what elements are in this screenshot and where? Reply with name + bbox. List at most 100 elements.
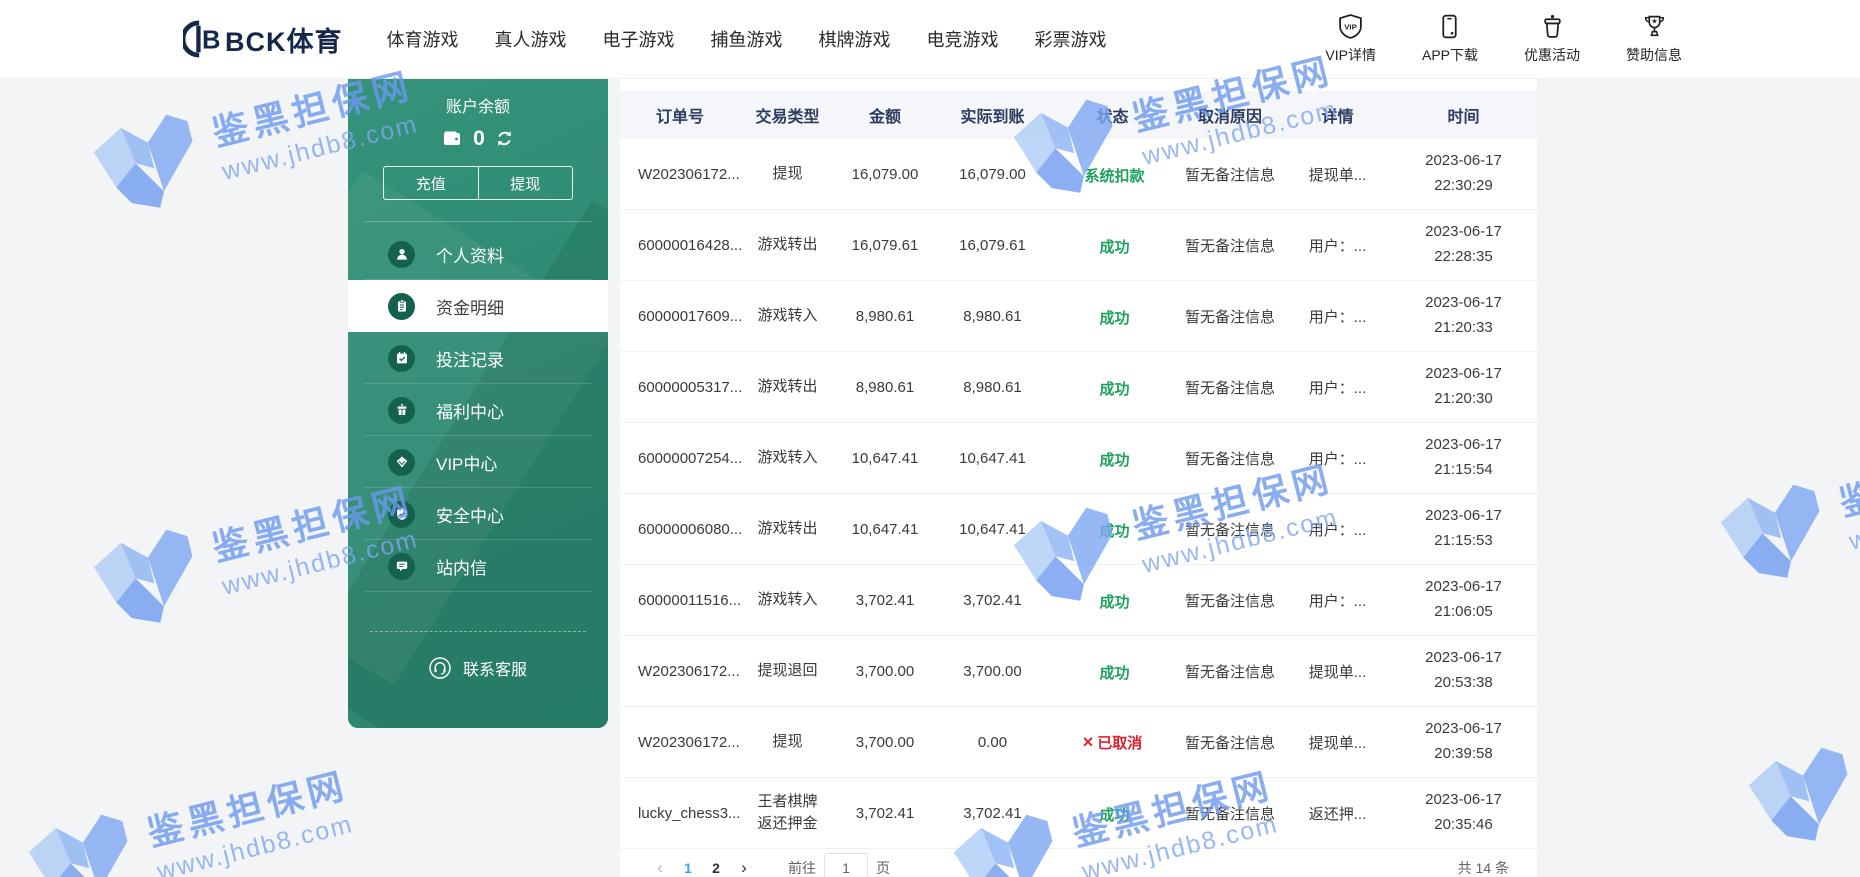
status-badge: 成功	[1095, 662, 1129, 683]
sidebar-item-welfare[interactable]: 福利中心	[348, 384, 608, 436]
watermark: 鉴黑担保网www.jhdb8.com	[1732, 679, 1860, 861]
headset-icon	[429, 657, 451, 679]
contact-service-label: 联系客服	[462, 662, 527, 679]
timestamp: 2023-06-17 21:20:30	[1425, 365, 1502, 407]
status-badge: 成功	[1095, 520, 1129, 541]
total-count: 共 14 条	[1457, 860, 1509, 876]
transactions-panel: 订单号 交易类型 金额 实际到账 状态 取消原因 详情 时间 W20230617…	[620, 78, 1537, 877]
cancel-reason: 暂无备注信息	[1184, 450, 1275, 468]
amount: 3,702.41	[855, 804, 915, 822]
goto-page-input[interactable]	[824, 853, 868, 877]
page-button-2[interactable]: 2	[702, 860, 730, 876]
cancel-reason: 暂无备注信息	[1184, 237, 1275, 255]
timestamp: 2023-06-17 21:15:54	[1425, 436, 1502, 478]
status-badge: 成功	[1095, 307, 1129, 328]
transaction-type: 提现	[772, 732, 803, 750]
actual-amount: 3,702.41	[963, 804, 1022, 822]
shield-check-icon	[388, 500, 415, 528]
divider	[364, 221, 592, 222]
quick-links: VIP VIP详情 APP下载 优惠活动 ★ 赞助信息	[1325, 13, 1682, 65]
table-header: 订单号 交易类型 金额 实际到账 状态 取消原因 详情 时间	[620, 91, 1537, 139]
svg-text:B: B	[202, 27, 221, 55]
amount: 3,700.00	[855, 662, 915, 680]
page-button-1[interactable]: 1	[674, 860, 702, 876]
sidebar-item-vip[interactable]: VIP中心	[348, 436, 608, 488]
nav-item-sports[interactable]: 体育游戏	[387, 26, 459, 52]
status-label: 成功	[1099, 664, 1130, 682]
sidebar-item-profile[interactable]: 个人资料	[348, 228, 608, 280]
account-sidebar: 账户余额 0 充值 提现 个人资料 资金明细 投注记录 福利中心 VIP中心 安…	[348, 78, 608, 728]
cancel-reason: 暂无备注信息	[1184, 805, 1275, 823]
deposit-button[interactable]: 充值	[384, 167, 478, 199]
watermark: 鉴黑担保网www.jhdb8.com	[1704, 416, 1860, 598]
table-row: 60000011516... 游戏转入 3,702.41 3,702.41 成功…	[620, 565, 1537, 636]
nav-item-chess[interactable]: 棋牌游戏	[819, 26, 891, 52]
vip-details-link[interactable]: VIP VIP详情	[1325, 13, 1376, 65]
cancel-reason: 暂无备注信息	[1184, 521, 1275, 539]
gift-icon	[1543, 14, 1561, 38]
table-row: W202306172... 提现退回 3,700.00 3,700.00 成功 …	[620, 636, 1537, 707]
amount: 8,980.61	[855, 378, 915, 396]
detail-text: 用户：...	[1308, 379, 1367, 397]
status-label: 系统扣款	[1084, 167, 1145, 185]
column-header-detail: 详情	[1321, 109, 1354, 126]
timestamp: 2023-06-17 21:20:33	[1425, 294, 1502, 336]
prev-page-button[interactable]: ‹	[646, 858, 674, 877]
sidebar-item-label: VIP中心	[436, 454, 498, 474]
balance-title: 账户余额	[445, 99, 510, 116]
sidebar-item-bets[interactable]: 投注记录	[348, 332, 608, 384]
timestamp: 2023-06-17 20:35:46	[1425, 791, 1502, 833]
clipboard-icon	[388, 292, 415, 320]
column-header-reason: 取消原因	[1197, 109, 1262, 126]
amount: 16,079.61	[851, 236, 919, 254]
sidebar-item-security[interactable]: 安全中心	[348, 488, 608, 540]
status-label: 成功	[1099, 380, 1130, 398]
app-download-link[interactable]: APP下载	[1422, 13, 1478, 65]
table-row: W202306172... 提现 3,700.00 0.00 × 已取消 暂无备注…	[620, 707, 1537, 778]
actual-amount: 10,647.41	[959, 520, 1026, 538]
order-number: 60000005317...	[638, 378, 743, 396]
status-label: 成功	[1099, 451, 1130, 469]
nav-item-live[interactable]: 真人游戏	[495, 26, 567, 52]
sidebar-item-messages[interactable]: 站内信	[348, 540, 608, 592]
transaction-type: 游戏转入	[757, 448, 818, 466]
dashed-divider	[370, 631, 586, 632]
goto-label: 前往	[788, 860, 816, 876]
quick-link-label: 赞助信息	[1626, 47, 1682, 63]
sidebar-item-funds[interactable]: 资金明细	[348, 280, 608, 332]
sponsor-info-link[interactable]: ★ 赞助信息	[1626, 13, 1682, 65]
timestamp: 2023-06-17 21:15:53	[1425, 507, 1502, 549]
order-number: lucky_chess3...	[638, 804, 741, 822]
column-header-actual: 实际到账	[960, 109, 1025, 126]
top-nav: B BCK体育 体育游戏 真人游戏 电子游戏 捕鱼游戏 棋牌游戏 电竞游戏 彩票…	[0, 0, 1860, 79]
transaction-type: 王者棋牌返还押金	[757, 792, 818, 833]
order-number: 60000016428...	[638, 236, 743, 254]
nav-item-fishing[interactable]: 捕鱼游戏	[711, 26, 783, 52]
column-header-order: 订单号	[655, 109, 704, 126]
status-badge: 成功	[1095, 804, 1129, 825]
quick-link-label: VIP详情	[1325, 47, 1376, 63]
nav-item-lottery[interactable]: 彩票游戏	[1035, 26, 1107, 52]
amount: 3,702.41	[855, 591, 915, 609]
nav-item-esports[interactable]: 电竞游戏	[927, 26, 999, 52]
transaction-type: 提现	[772, 164, 803, 182]
wallet-buttons: 充值 提现	[383, 166, 573, 200]
status-badge: 成功	[1095, 236, 1129, 257]
next-page-button[interactable]: ›	[730, 858, 758, 877]
watermark-shield-icon	[93, 114, 193, 208]
cancel-reason: 暂无备注信息	[1184, 166, 1275, 184]
nav-item-slots[interactable]: 电子游戏	[603, 26, 675, 52]
svg-text:VIP: VIP	[1344, 23, 1357, 32]
actual-amount: 3,700.00	[963, 662, 1022, 680]
detail-text: 提现单...	[1308, 166, 1367, 184]
promotions-link[interactable]: 优惠活动	[1524, 13, 1580, 65]
detail-text: 用户：...	[1308, 450, 1367, 468]
contact-service-button[interactable]: 联系客服	[348, 656, 608, 680]
withdraw-button[interactable]: 提现	[477, 167, 573, 199]
status-label: 成功	[1099, 238, 1130, 256]
status-label: 成功	[1099, 522, 1130, 540]
logo[interactable]: B BCK体育	[183, 20, 343, 59]
order-number: 60000011516...	[638, 591, 742, 609]
transaction-type: 游戏转入	[757, 590, 818, 608]
refresh-icon[interactable]	[496, 130, 513, 147]
